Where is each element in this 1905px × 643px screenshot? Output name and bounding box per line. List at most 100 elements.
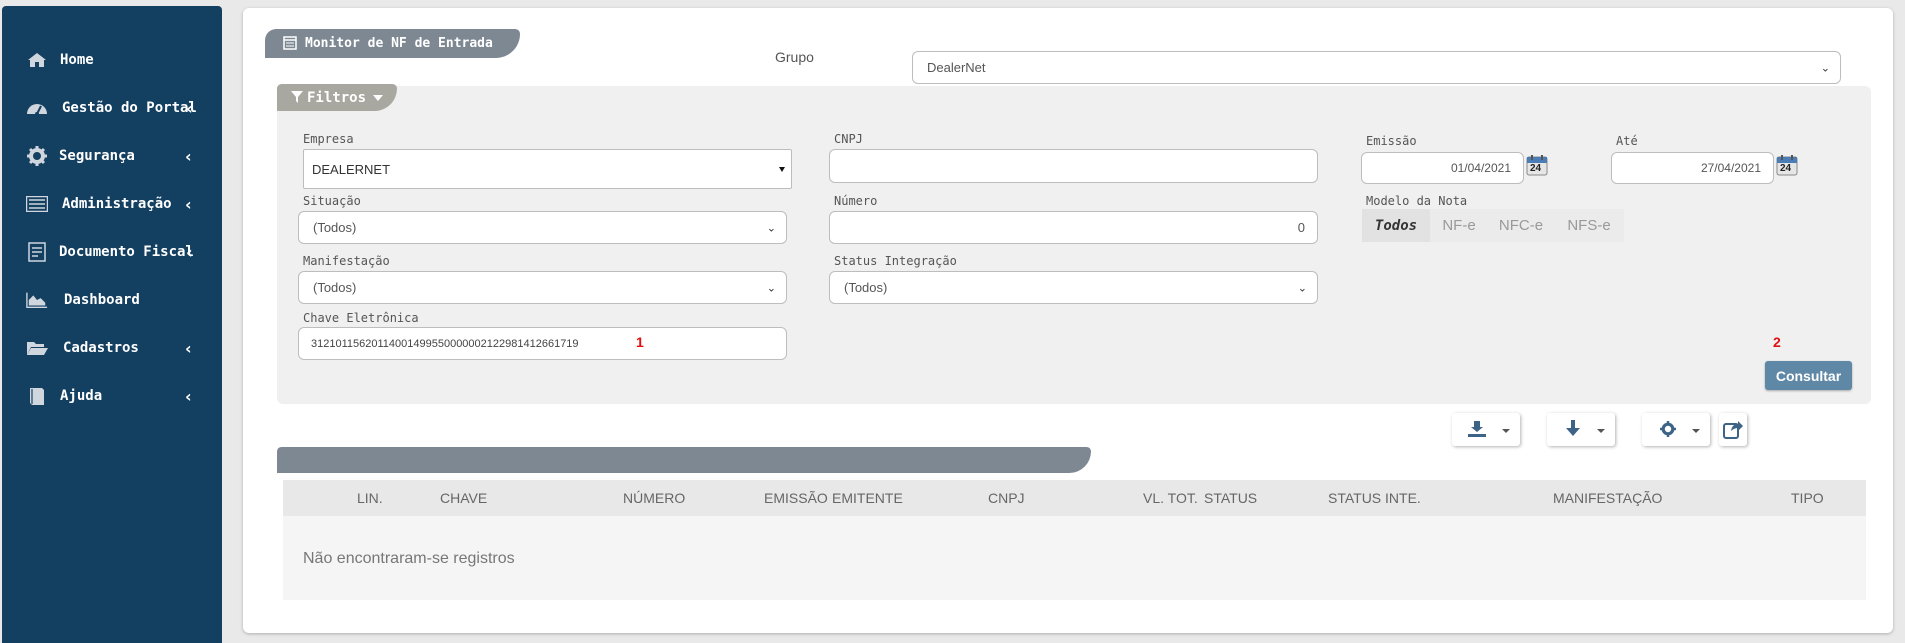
- area-chart-icon: [26, 291, 48, 309]
- column-header[interactable]: CHAVE: [440, 490, 487, 506]
- grupo-select[interactable]: DealerNet ⌄: [912, 51, 1841, 84]
- numero-input[interactable]: 0: [829, 211, 1318, 244]
- emissao-input[interactable]: 01/04/2021: [1361, 152, 1524, 184]
- export-dropdown-button[interactable]: [1452, 413, 1520, 446]
- situacao-label: Situação: [303, 194, 361, 208]
- sidebar-item-label: Documento Fiscal: [59, 244, 194, 260]
- sidebar: Home Gestão do Portal ‹ Segurança ‹ Admi…: [2, 6, 222, 643]
- column-header[interactable]: EMITENTE: [832, 490, 903, 506]
- grid-header-row: LIN. CHAVE NÚMERO EMISSÃO EMITENTE CNPJ …: [283, 480, 1866, 516]
- home-icon: [26, 51, 48, 69]
- chevron-left-icon: ‹: [186, 98, 193, 118]
- ate-value: 27/04/2021: [1700, 161, 1761, 175]
- consultar-button[interactable]: Consultar: [1765, 361, 1852, 390]
- caret-down-icon: [373, 95, 383, 101]
- calendar-day: 24: [1780, 163, 1792, 174]
- modelo-option-nfse[interactable]: NFS-e: [1554, 209, 1624, 242]
- column-header[interactable]: NÚMERO: [623, 490, 685, 506]
- download-icon: [1468, 421, 1486, 441]
- cnpj-input[interactable]: [829, 149, 1318, 183]
- filtros-toggle[interactable]: Filtros: [277, 84, 397, 111]
- chave-eletronica-input[interactable]: 3121011562011400149955000000212298141266…: [298, 327, 787, 360]
- sidebar-item-ajuda[interactable]: Ajuda ‹: [2, 376, 222, 416]
- grupo-label: Grupo: [775, 49, 814, 65]
- calendar-list-icon: [283, 36, 297, 54]
- calendar-icon[interactable]: 24: [1776, 154, 1798, 176]
- modelo-option-nfe[interactable]: NF-e: [1430, 209, 1488, 242]
- chevron-down-icon: ⌄: [1297, 282, 1307, 294]
- modelo-nota-label: Modelo da Nota: [1366, 194, 1468, 208]
- sidebar-item-label: Ajuda: [60, 388, 103, 404]
- chevron-left-icon: ‹: [185, 386, 192, 406]
- sidebar-item-label: Cadastros: [63, 340, 139, 356]
- caret-down-icon: [779, 167, 785, 172]
- share-button[interactable]: [1719, 413, 1747, 446]
- chevron-down-icon: ⌄: [766, 222, 776, 234]
- empresa-label: Empresa: [303, 132, 354, 146]
- modelo-option-todos[interactable]: Todos: [1362, 209, 1430, 242]
- chevron-down-icon: ⌄: [1820, 62, 1830, 74]
- page-title: Monitor de NF de Entrada: [305, 36, 493, 51]
- grid-header-bar: [277, 447, 1091, 473]
- calendar-icon[interactable]: 24: [1526, 154, 1548, 176]
- sidebar-item-home[interactable]: Home: [2, 40, 222, 80]
- sidebar-item-label: Segurança: [59, 148, 135, 164]
- emissao-value: 01/04/2021: [1450, 161, 1511, 175]
- sidebar-item-seguranca[interactable]: Segurança ‹: [2, 136, 222, 176]
- sidebar-item-documento-fiscal[interactable]: Documento Fiscal ‹: [2, 232, 222, 272]
- gear-icon: [26, 146, 48, 166]
- column-header[interactable]: CNPJ: [988, 490, 1025, 506]
- empresa-select[interactable]: DEALERNET: [303, 149, 792, 189]
- document-icon: [26, 242, 48, 262]
- emissao-label: Emissão: [1366, 134, 1417, 148]
- sidebar-item-dashboard[interactable]: Dashboard: [2, 280, 222, 320]
- status-integracao-label: Status Integração: [834, 254, 957, 268]
- chevron-left-icon: ‹: [186, 242, 193, 262]
- grupo-select-value: DealerNet: [927, 60, 986, 75]
- marker-1: 1: [636, 334, 644, 350]
- share-icon: [1723, 419, 1743, 443]
- column-header[interactable]: TIPO: [1791, 490, 1824, 506]
- sidebar-item-label: Home: [60, 52, 94, 68]
- column-header[interactable]: VL. TOT.: [1143, 490, 1198, 506]
- caret-down-icon: [1692, 429, 1700, 433]
- status-integracao-select[interactable]: (Todos) ⌄: [829, 271, 1318, 304]
- situacao-select[interactable]: (Todos) ⌄: [298, 211, 787, 244]
- column-header[interactable]: STATUS INTE.: [1328, 490, 1421, 506]
- page-title-tab: Monitor de NF de Entrada: [265, 29, 520, 58]
- situacao-value: (Todos): [313, 220, 357, 235]
- calendar-day: 24: [1530, 163, 1542, 174]
- ate-input[interactable]: 27/04/2021: [1611, 152, 1774, 184]
- caret-down-icon: [1597, 429, 1605, 433]
- list-icon: [26, 195, 48, 213]
- sidebar-item-label: Gestão do Portal: [62, 100, 197, 116]
- filtros-label: Filtros: [307, 89, 367, 106]
- chave-eletronica-value: 3121011562011400149955000000212298141266…: [311, 337, 579, 350]
- sidebar-item-label: Dashboard: [64, 292, 140, 308]
- column-header[interactable]: STATUS: [1204, 490, 1257, 506]
- modelo-option-nfce[interactable]: NFC-e: [1488, 209, 1554, 242]
- folder-open-icon: [26, 339, 48, 357]
- column-header[interactable]: MANIFESTAÇÃO: [1553, 490, 1662, 506]
- settings-dropdown-button[interactable]: [1642, 413, 1710, 446]
- sidebar-item-gestao-do-portal[interactable]: Gestão do Portal ‹: [2, 88, 222, 128]
- chevron-left-icon: ‹: [185, 146, 192, 166]
- chevron-left-icon: ‹: [185, 338, 192, 358]
- sidebar-item-cadastros[interactable]: Cadastros ‹: [2, 328, 222, 368]
- manifestacao-label: Manifestação: [303, 254, 390, 268]
- column-header[interactable]: EMISSÃO: [764, 490, 828, 506]
- sidebar-item-administracao[interactable]: Administração ‹: [2, 184, 222, 224]
- chevron-left-icon: ‹: [185, 194, 192, 214]
- arrow-down-icon: [1565, 420, 1581, 440]
- results-grid: LIN. CHAVE NÚMERO EMISSÃO EMITENTE CNPJ …: [283, 480, 1866, 600]
- sidebar-item-label: Administração: [62, 196, 172, 212]
- column-header[interactable]: LIN.: [357, 490, 383, 506]
- empty-message: Não encontraram-se registros: [303, 550, 515, 567]
- empresa-value: DEALERNET: [312, 161, 391, 177]
- ate-label: Até: [1616, 134, 1638, 148]
- cnpj-label: CNPJ: [834, 132, 863, 146]
- marker-2: 2: [1773, 334, 1781, 350]
- download-dropdown-button[interactable]: [1547, 413, 1615, 446]
- manifestacao-value: (Todos): [313, 280, 357, 295]
- manifestacao-select[interactable]: (Todos) ⌄: [298, 271, 787, 304]
